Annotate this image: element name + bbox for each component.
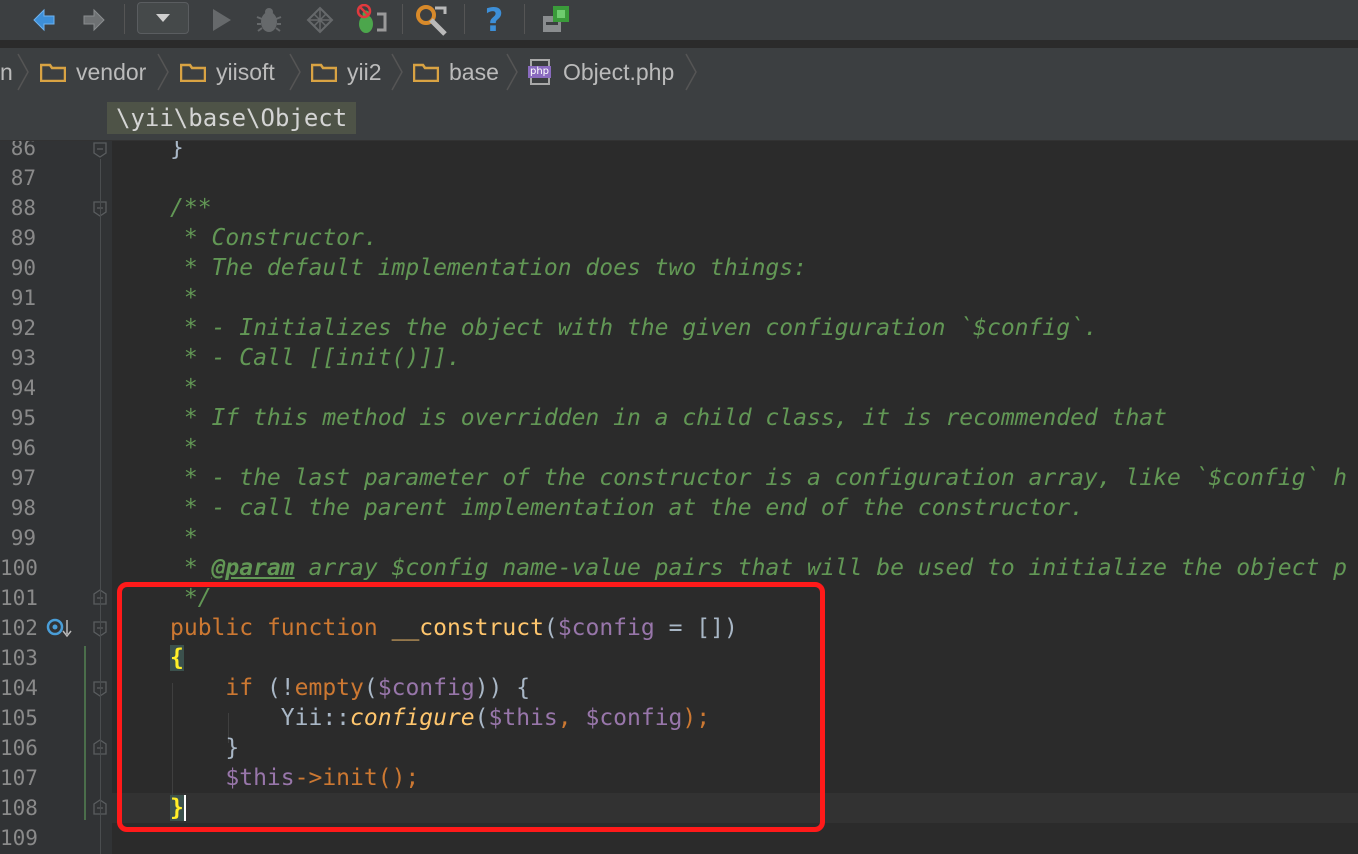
wrench-icon	[416, 5, 447, 36]
stop-debug-button[interactable]	[352, 0, 388, 40]
breadcrumb-separator-icon	[289, 53, 301, 91]
code-line-91: *	[170, 285, 198, 311]
help-button[interactable]: ?	[478, 0, 510, 40]
breadcrumb-item-base[interactable]: base	[413, 48, 499, 96]
line-number: 102	[0, 616, 38, 640]
line-number: 89	[10, 226, 36, 250]
toolbar-separator	[524, 4, 525, 34]
code-line-97: * - the last parameter of the constructo…	[170, 465, 1348, 491]
breadcrumb: n vendor yiisoft yii2 base php Object.ph…	[0, 48, 1358, 96]
line-number: 92	[10, 316, 36, 340]
toolbar-separator	[402, 4, 403, 34]
line-number: 88	[10, 196, 36, 220]
breadcrumb-item-n[interactable]: n	[0, 48, 13, 96]
line-number: 94	[10, 376, 36, 400]
line-number: 104	[0, 676, 38, 700]
breadcrumb-label: yii2	[347, 58, 382, 85]
code-line-95: * If this method is overridden in a chil…	[170, 405, 1167, 431]
sdk-icon	[543, 6, 569, 32]
line-number: 107	[0, 766, 38, 790]
breadcrumb-item-vendor[interactable]: vendor	[40, 48, 146, 96]
breadcrumb-separator-icon	[17, 53, 29, 91]
play-icon	[213, 9, 231, 31]
php-file-icon: php	[528, 59, 554, 85]
line-number: 96	[10, 436, 36, 460]
debug-button[interactable]	[252, 0, 286, 40]
line-number: 99	[10, 526, 36, 550]
chevron-down-icon	[156, 14, 170, 22]
run-button[interactable]	[205, 0, 237, 40]
vcs-change-marker[interactable]	[84, 646, 86, 820]
namespace-bar: \yii\base\Object	[0, 96, 1358, 141]
forward-button[interactable]	[78, 0, 110, 40]
line-number: 108	[0, 796, 38, 820]
main-toolbar: ?	[0, 0, 1358, 40]
arrow-left-icon	[33, 8, 55, 32]
line-number: 95	[10, 406, 36, 430]
toolbar-separator	[124, 4, 125, 34]
back-button[interactable]	[28, 0, 60, 40]
line-number: 103	[0, 646, 38, 670]
line-number: 100	[0, 556, 38, 580]
toolbar-separator	[464, 4, 465, 34]
line-number: 106	[0, 736, 38, 760]
breadcrumb-label: vendor	[76, 58, 147, 85]
line-number: 97	[10, 466, 36, 490]
coverage-icon	[306, 6, 334, 34]
code-line-96: *	[170, 435, 198, 461]
breadcrumb-label: base	[449, 58, 499, 85]
breadcrumb-item-yii2[interactable]: yii2	[311, 48, 382, 96]
coverage-button[interactable]	[303, 0, 337, 40]
line-number: 87	[10, 166, 36, 190]
arrow-right-icon	[83, 8, 105, 32]
breadcrumb-label: n	[0, 58, 13, 85]
code-line-94: *	[170, 375, 198, 401]
breadcrumb-item-yiisoft[interactable]: yiisoft	[180, 48, 275, 96]
breadcrumb-label: Object.php	[563, 58, 675, 85]
folder-icon	[180, 63, 206, 82]
code-line-89: * Constructor.	[170, 225, 378, 251]
breadcrumb-separator-icon	[685, 53, 697, 91]
sdk-button[interactable]	[538, 0, 574, 40]
code-line-99: *	[170, 525, 198, 551]
line-number: 109	[0, 826, 38, 850]
fold-collapse-icon[interactable]	[91, 141, 109, 159]
breadcrumb-separator-icon	[391, 53, 403, 91]
breadcrumb-separator-icon	[506, 53, 518, 91]
code-line-86: }	[170, 141, 184, 161]
settings-button[interactable]	[414, 0, 450, 40]
question-icon: ?	[484, 1, 504, 39]
line-number: 90	[10, 256, 36, 280]
run-config-dropdown[interactable]	[137, 2, 189, 34]
line-number: 93	[10, 346, 36, 370]
editor-gutter[interactable]: 86 87 88 89 90 91 92 93 94 95 96 97 98 9…	[0, 141, 112, 854]
line-number: 98	[10, 496, 36, 520]
line-number: 101	[0, 586, 38, 610]
stop-bug-icon	[356, 4, 387, 33]
folder-icon	[311, 63, 337, 82]
code-line-92: * - Initializes the object with the give…	[170, 315, 1098, 341]
code-line-93: * - Call [[init()]].	[170, 345, 461, 371]
folder-icon	[413, 63, 439, 82]
breadcrumb-label: yiisoft	[216, 58, 275, 85]
fold-guide	[100, 159, 101, 854]
namespace-label[interactable]: \yii\base\Object	[107, 102, 357, 134]
line-number: 91	[10, 286, 36, 310]
override-method-icon[interactable]	[46, 616, 72, 640]
bug-icon	[256, 8, 282, 32]
highlight-annotation-box	[117, 582, 825, 832]
breadcrumb-item-object-php[interactable]: php Object.php	[528, 48, 674, 96]
code-line-98: * - call the parent implementation at th…	[170, 495, 1084, 521]
code-line-90: * The default implementation does two th…	[170, 255, 807, 281]
code-line-88: /**	[170, 195, 212, 221]
folder-icon	[40, 63, 66, 82]
code-line-100: * @param array $config name-value pairs …	[170, 555, 1348, 581]
breadcrumb-separator-icon	[157, 53, 169, 91]
line-number: 86	[10, 141, 36, 160]
doc-tag: @param	[211, 555, 295, 581]
line-number: 105	[0, 706, 38, 730]
